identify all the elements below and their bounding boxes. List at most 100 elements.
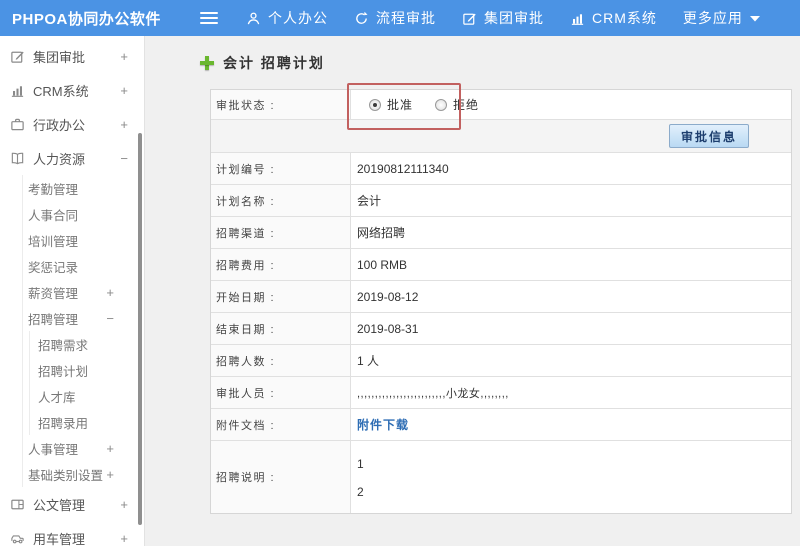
table-row-approvers: 审批人员 : ,,,,,,,,,,,,,,,,,,,,,,,,,小龙女,,,,,…	[211, 377, 791, 409]
radio-approve-label[interactable]: 批准	[387, 96, 413, 113]
sidebar-item-group-approval[interactable]: 集团审批 +	[0, 39, 144, 73]
nav-crm-system[interactable]: CRM系统	[570, 8, 657, 28]
row-label: 招聘费用 :	[211, 249, 351, 280]
sidebar-item-label: 基础类别设置	[28, 468, 104, 483]
table-row-recruit-channel: 招聘渠道 : 网络招聘	[211, 217, 791, 249]
sidebar-item-label: 招聘计划	[38, 364, 89, 379]
sidebar-item-hr-contract[interactable]: 人事合同	[23, 201, 144, 227]
sidebar-item-recruit-mgmt[interactable]: 招聘管理 −	[23, 305, 144, 331]
sidebar-scrollbar-thumb[interactable]	[138, 133, 142, 525]
sidebar-item-reward-punish[interactable]: 奖惩记录	[23, 253, 144, 279]
row-label: 结束日期 :	[211, 313, 351, 344]
row-label: 计划名称 :	[211, 185, 351, 216]
top-nav: 个人办公 流程审批 集团审批 CRM系统 更多应用	[246, 8, 786, 28]
row-label: 招聘人数 :	[211, 345, 351, 376]
row-label: 招聘渠道 :	[211, 217, 351, 248]
table-row-start-date: 开始日期 : 2019-08-12	[211, 281, 791, 313]
sidebar-item-attendance[interactable]: 考勤管理	[23, 175, 144, 201]
sidebar-item-vehicle-mgmt[interactable]: 用车管理 +	[0, 521, 144, 546]
collapse-icon[interactable]: −	[106, 311, 114, 326]
sidebar-item-label: 集团审批	[33, 49, 86, 65]
expand-icon[interactable]: +	[120, 497, 128, 512]
sidebar-item-personnel-mgmt[interactable]: 人事管理 +	[23, 435, 144, 461]
approval-info-button[interactable]: 审批信息	[669, 124, 750, 148]
table-row-end-date: 结束日期 : 2019-08-31	[211, 313, 791, 345]
car-icon	[10, 530, 26, 546]
radio-reject-label[interactable]: 拒绝	[453, 96, 479, 113]
sidebar-item-salary[interactable]: 薪资管理 +	[23, 279, 144, 305]
expand-icon[interactable]: +	[120, 49, 128, 64]
nav-label: 更多应用	[682, 10, 743, 26]
sidebar-item-human-resources[interactable]: 人力资源 −	[0, 141, 144, 175]
collapse-icon[interactable]: −	[120, 151, 128, 166]
status-radio-group: 批准 拒绝	[351, 90, 791, 119]
row-value: 2019-08-31	[351, 313, 791, 344]
expand-icon[interactable]: +	[106, 285, 114, 300]
bar-chart-icon	[10, 82, 26, 98]
expand-icon[interactable]: +	[106, 441, 114, 456]
row-label: 招聘说明 :	[211, 441, 351, 513]
table-row-button: 审批信息	[211, 120, 791, 153]
sidebar-item-label: 人事管理	[28, 442, 79, 457]
nav-workflow-approval[interactable]: 流程审批	[354, 8, 436, 28]
app-logo: PHPOA协同办公软件	[12, 10, 161, 28]
document-icon	[10, 496, 26, 512]
nav-group-approval[interactable]: 集团审批	[462, 8, 544, 28]
sidebar-item-label: CRM系统	[33, 83, 89, 99]
expand-icon[interactable]: +	[120, 83, 128, 98]
bar-chart-icon	[570, 11, 585, 26]
sidebar-item-base-category[interactable]: 基础类别设置 +	[23, 461, 144, 487]
table-row-attachment: 附件文档 : 附件下载	[211, 409, 791, 441]
sidebar-item-recruit-plan[interactable]: 招聘计划	[30, 357, 144, 383]
book-icon	[10, 150, 26, 166]
row-value: 100 RMB	[351, 249, 791, 280]
nav-more-apps[interactable]: 更多应用	[683, 8, 760, 28]
nav-label: 个人办公	[268, 10, 328, 26]
memo-line-2: 2	[357, 485, 364, 499]
sidebar-item-label: 培训管理	[28, 234, 79, 249]
sidebar-item-label: 人才库	[38, 390, 76, 405]
sidebar-item-label: 人事合同	[28, 208, 79, 223]
hr-submenu: 考勤管理 人事合同 培训管理 奖惩记录 薪资管理 + 招聘管理 − 招聘需求 招…	[22, 175, 144, 487]
sidebar-item-label: 公文管理	[33, 497, 86, 513]
sidebar-item-recruit-demand[interactable]: 招聘需求	[30, 331, 144, 357]
nav-personal-office[interactable]: 个人办公	[246, 8, 328, 28]
sidebar-item-recruit-hire[interactable]: 招聘录用	[30, 409, 144, 435]
expand-icon[interactable]: +	[120, 117, 128, 132]
sidebar-item-crm[interactable]: CRM系统 +	[0, 73, 144, 107]
sidebar-item-label: 薪资管理	[28, 286, 79, 301]
edit-icon	[10, 48, 26, 64]
sidebar-item-label: 招聘录用	[38, 416, 89, 431]
sidebar-item-label: 人力资源	[33, 151, 86, 167]
expand-icon[interactable]: +	[120, 531, 128, 546]
row-label: 审批状态 :	[211, 90, 351, 119]
sidebar-item-label: 招聘管理	[28, 312, 79, 327]
row-value: 会计	[351, 185, 791, 216]
main-content: 会计 招聘计划 审批状态 : 批准 拒绝 审批信息 计划编号 : 2019081…	[146, 36, 800, 546]
nav-label: CRM系统	[592, 10, 657, 26]
row-value: 2019-08-12	[351, 281, 791, 312]
row-label: 计划编号 :	[211, 153, 351, 184]
sidebar-item-document-mgmt[interactable]: 公文管理 +	[0, 487, 144, 521]
table-row-headcount: 招聘人数 : 1 人	[211, 345, 791, 377]
edit-icon	[462, 11, 477, 26]
nav-label: 流程审批	[376, 10, 436, 26]
row-value: 网络招聘	[351, 217, 791, 248]
memo-line-1: 1	[357, 457, 364, 471]
radio-approve[interactable]	[369, 98, 381, 111]
sidebar-item-admin-office[interactable]: 行政办公 +	[0, 107, 144, 141]
radio-reject[interactable]	[435, 98, 448, 111]
green-plus-icon	[200, 56, 214, 70]
sidebar-item-talent-pool[interactable]: 人才库	[30, 383, 144, 409]
expand-icon[interactable]: +	[106, 467, 114, 482]
sidebar-item-label: 行政办公	[33, 117, 86, 133]
page-title: 会计 招聘计划	[223, 55, 325, 71]
menu-toggle-icon[interactable]	[200, 12, 218, 24]
sidebar-item-training[interactable]: 培训管理	[23, 227, 144, 253]
row-value: ,,,,,,,,,,,,,,,,,,,,,,,,,小龙女,,,,,,,,	[351, 377, 791, 408]
sidebar: 集团审批 + CRM系统 + 行政办公 + 人力资源 − 考勤管理 人事合同 培…	[0, 36, 145, 546]
attachment-download-link[interactable]: 附件下载	[357, 416, 409, 433]
table-row-recruit-cost: 招聘费用 : 100 RMB	[211, 249, 791, 281]
recruit-submenu: 招聘需求 招聘计划 人才库 招聘录用	[29, 331, 144, 435]
table-row-status: 审批状态 : 批准 拒绝	[211, 90, 791, 120]
